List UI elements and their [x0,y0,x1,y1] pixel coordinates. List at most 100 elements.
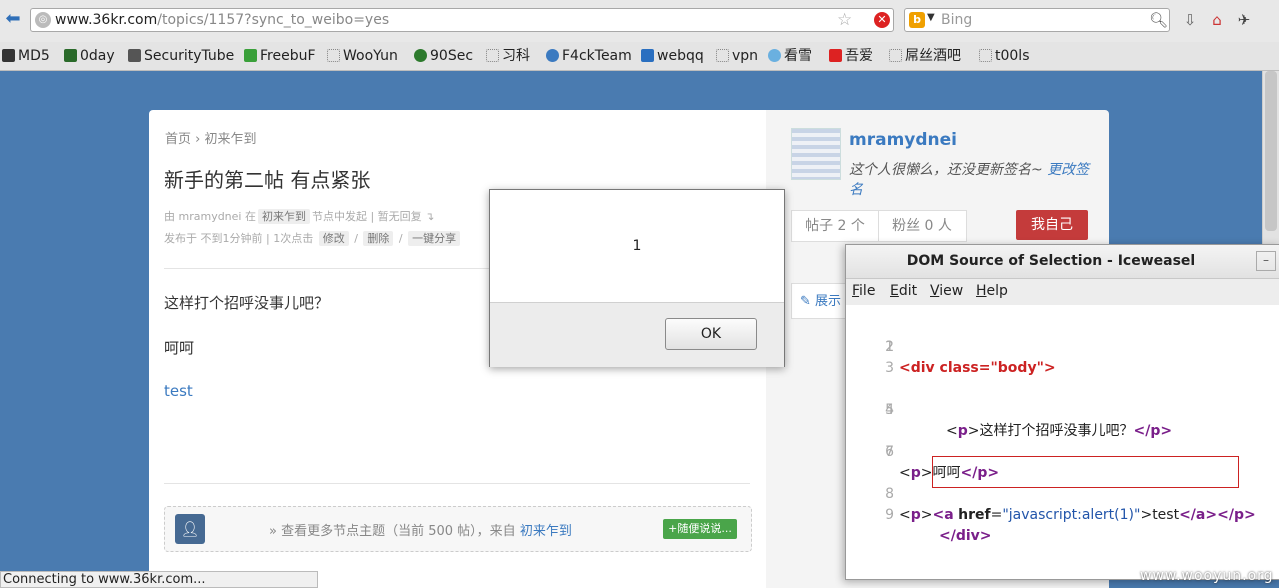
alert-dialog: 1 OK [489,189,785,367]
bookmark-securitytube[interactable]: SecurityTube [128,46,234,66]
bookmark-md5[interactable]: MD5 [2,46,50,66]
menu-help[interactable]: Help [976,283,1008,299]
bookmark-52pojie[interactable]: 吾爱 [829,46,873,66]
freebuf-icon [244,49,257,62]
menu-bar: File Edit View Help [846,279,1279,305]
more-topics-box: 👤︎ » 查看更多节点主题（当前 500 帖），来自 初来乍到 +随便说说... [164,506,752,552]
back-arrow-icon[interactable]: ⬅ [2,8,24,30]
bing-icon[interactable]: b [909,12,925,28]
more-node-link[interactable]: 初来乍到 [520,524,572,539]
bookmark-diaosi-bar[interactable]: 屌丝酒吧 [889,46,961,66]
edit-icon: ✎ [800,294,816,309]
52pojie-icon [829,49,842,62]
user-icon: 👤︎ [175,514,205,544]
topic-meta: 由 mramydnei 在初来乍到 节点中发起 | 暂无回复 ↴ [164,209,435,224]
md5-icon [2,49,15,62]
bookmark-90sec[interactable]: 90Sec [414,46,473,66]
page-icon [889,49,902,62]
webqq-icon [641,49,654,62]
code-line: 1 <div class="body"> [846,316,1279,376]
90sec-icon [414,49,427,62]
divider [164,483,750,484]
code-text: </div> [939,528,992,544]
code-text: <p><a href="javascript:alert(1)">test</a… [899,507,1256,523]
myself-button[interactable]: 我自己 [1016,210,1088,240]
more-topics-text: » 查看更多节点主题（当前 500 帖），来自 初来乍到 [269,524,572,539]
line-number: 2 [885,339,894,355]
alert-message: 1 [632,238,642,254]
url-host: www.36kr.com [55,12,158,28]
search-placeholder: Bing [941,12,973,28]
code-line: 4 <p>这样打个招呼没事儿吧？</p> [846,379,1279,439]
chevron-down-icon[interactable]: ▼ [927,12,935,23]
quick-post-button[interactable]: +随便说说... [663,519,737,539]
stop-icon[interactable]: ✕ [874,12,890,28]
alert-footer: OK [490,302,784,367]
bookmark-0day[interactable]: 0day [64,46,115,66]
status-bar: Connecting to www.36kr.com... [0,571,318,588]
line-number: 3 [885,360,894,376]
0day-icon [64,49,77,62]
menu-view[interactable]: View [930,283,963,299]
menu-file[interactable]: File [852,283,875,299]
dom-source-window: DOM Source of Selection - Iceweasel – Fi… [845,244,1279,580]
url-path: /topics/1157?sync_to_weibo=yes [157,12,390,28]
bookmark-vpn[interactable]: vpn [716,46,758,66]
post-paragraph: 这样打个招呼没事儿吧？ [164,294,330,312]
browser-navbar: ⬅ ◎ www.36kr.com/topics/1157?sync_to_wei… [0,0,1279,42]
avatar[interactable] [791,128,841,180]
menu-edit[interactable]: Edit [890,283,917,299]
show-button[interactable]: ✎ 展示 [791,283,851,319]
window-titlebar[interactable]: DOM Source of Selection - Iceweasel – [846,245,1279,279]
url-bar[interactable]: ◎ www.36kr.com/topics/1157?sync_to_weibo… [30,8,894,32]
download-icon[interactable]: ⇩ [1180,10,1200,30]
watermark: www.wooyun.org [1140,568,1274,584]
code-line: 3 [846,358,1279,379]
bookmarks-bar: MD5 0day SecurityTube FreebuF WooYun 90S… [0,42,1279,71]
bookmark-t00ls[interactable]: t00ls [979,46,1030,66]
username-link[interactable]: mramydnei [849,130,957,150]
delete-button[interactable]: 删除 [363,231,394,246]
minimize-icon[interactable]: – [1256,251,1276,271]
breadcrumb[interactable]: 首页 › 初来乍到 [165,128,256,147]
search-bar[interactable]: b ▼ Bing 🔍︎ [904,8,1170,32]
user-signature: 这个人很懒么，还没更新签名~ 更改签名 [849,162,1090,198]
bookmark-xike[interactable]: 习科 [486,46,530,66]
search-icon[interactable]: 🔍︎ [1149,11,1168,29]
home-icon[interactable]: ⌂ [1207,10,1227,30]
highlight-box [932,456,1239,488]
post-paragraph: 呵呵 [164,339,195,357]
page-title: 新手的第二帖 有点紧张 [164,168,371,192]
bookmark-f4ckteam[interactable]: F4ckTeam [546,46,632,66]
globe-icon: ◎ [35,12,51,28]
bookmark-freebuf[interactable]: FreebuF [244,46,316,66]
page-icon [979,49,992,62]
bookmark-kanxue[interactable]: 看雪 [768,46,812,66]
bookmark-webqq[interactable]: webqq [641,46,704,66]
page-icon [486,49,499,62]
extension-icon[interactable]: ✈ [1234,10,1254,30]
line-number: 7 [885,444,894,460]
f4ckteam-icon [546,49,559,62]
user-stats: 帖子 2 个 粉丝 0 人 [791,210,967,242]
code-line: 2 [846,337,1279,358]
page-icon [327,49,340,62]
securitytube-icon [128,49,141,62]
star-icon[interactable]: ☆ [837,10,852,30]
line-number: 5 [885,402,894,418]
code-line: 5 [846,400,1279,421]
post-xss-link[interactable]: test [164,382,193,400]
code-line: 6 <p>呵呵</p> [846,421,1279,481]
edit-button[interactable]: 修改 [318,231,349,246]
line-number: 9 [885,507,894,523]
window-title: DOM Source of Selection - Iceweasel [906,253,1196,269]
posts-count[interactable]: 帖子 2 个 [792,211,878,241]
page-icon [716,49,729,62]
node-tag[interactable]: 初来乍到 [257,209,310,224]
fans-count[interactable]: 粉丝 0 人 [879,211,965,241]
bookmark-wooyun[interactable]: WooYun [327,46,398,66]
topic-actions: 发布于 不到1分钟前 | 1次点击 修改 / 删除 / 一键分享 [164,230,462,246]
share-button[interactable]: 一键分享 [408,231,461,246]
ok-button[interactable]: OK [665,318,757,350]
scrollbar-thumb[interactable] [1265,71,1277,231]
